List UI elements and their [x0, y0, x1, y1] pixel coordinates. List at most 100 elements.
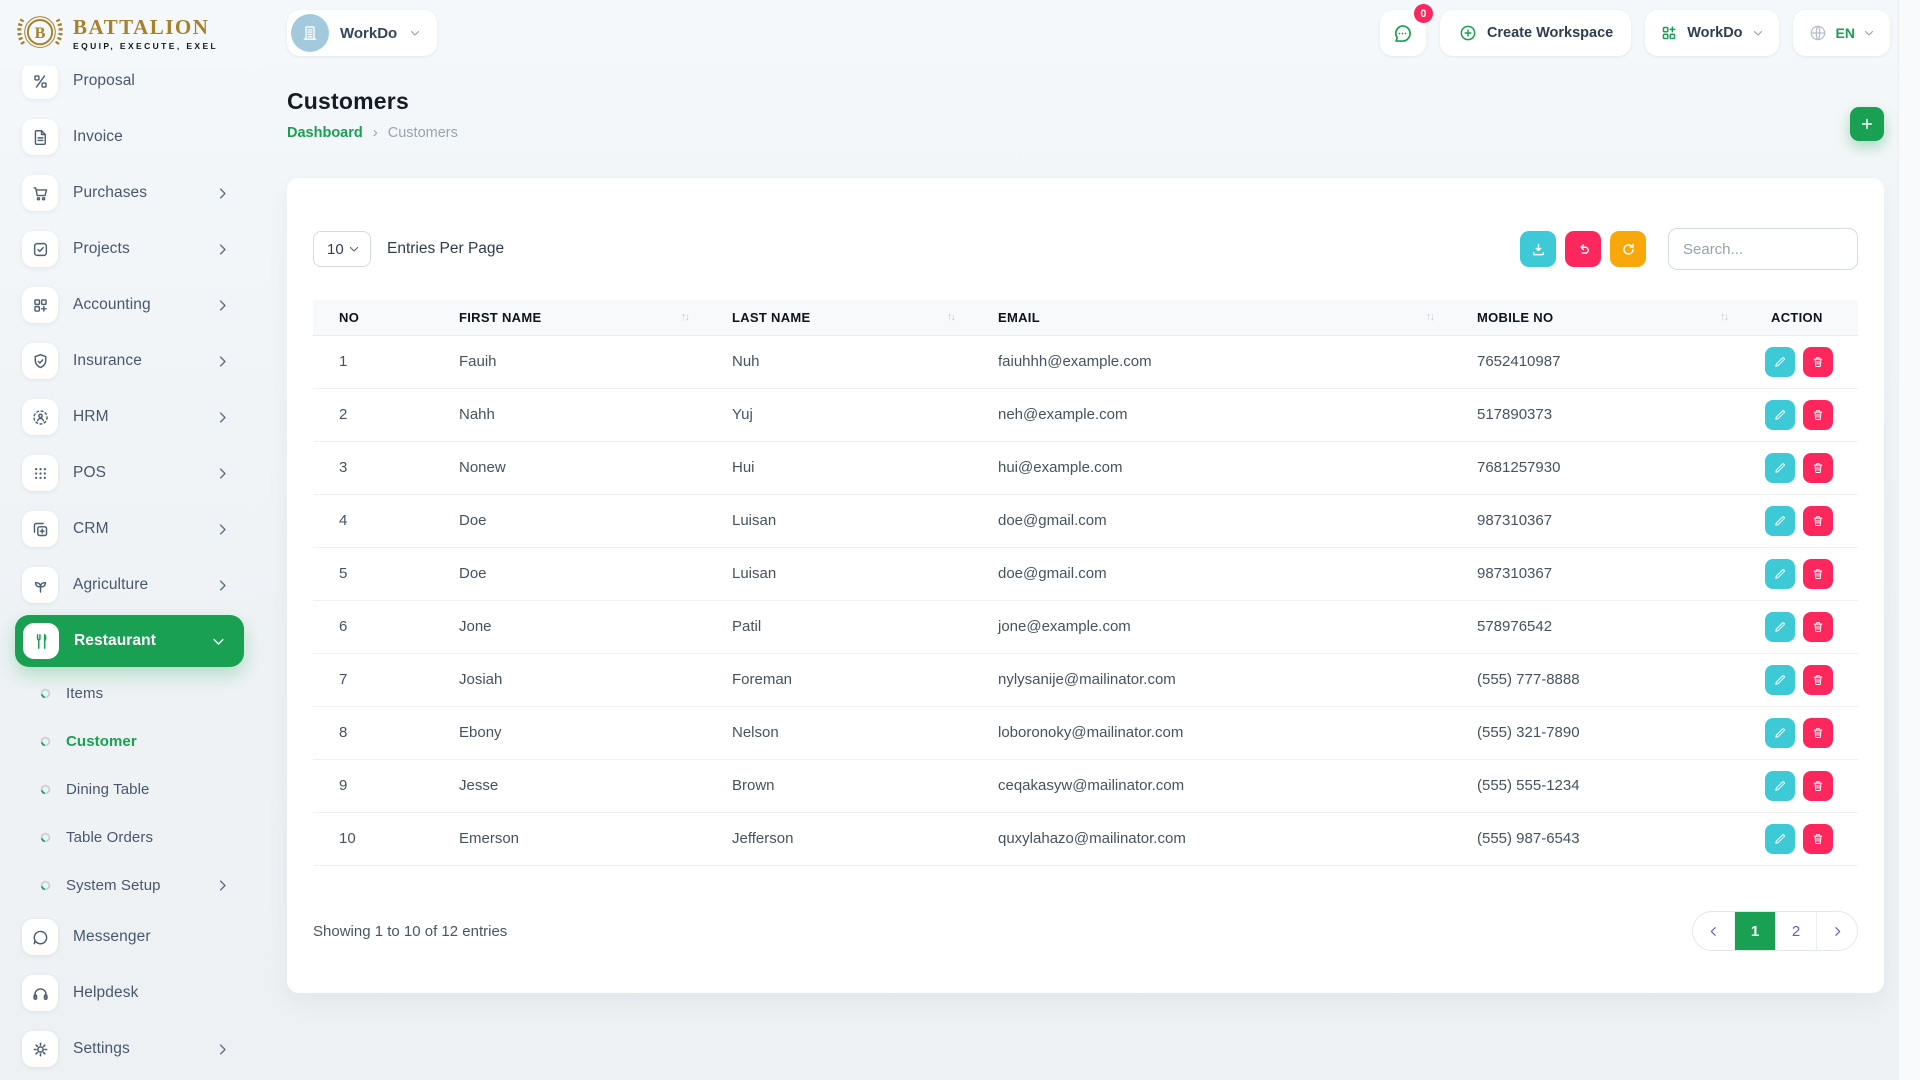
sort-icon[interactable]: ↑↓ — [947, 311, 954, 323]
sidebar-item-crm[interactable]: CRM — [0, 501, 260, 557]
table-row: 8EbonyNelsonloboronoky@mailinator.com(55… — [313, 706, 1858, 759]
delete-button[interactable] — [1803, 453, 1833, 483]
pagination-prev-button[interactable] — [1693, 912, 1734, 950]
cell-actions — [1745, 759, 1858, 812]
chevron-right-icon — [215, 186, 230, 201]
sidebar-item-items[interactable]: Items — [0, 669, 260, 717]
column-header-label: NO — [339, 310, 359, 325]
cell-email: jone@example.com — [972, 600, 1451, 653]
entries-per-page-value: 10 — [327, 241, 344, 258]
sidebar: ProposalInvoicePurchasesProjectsAccounti… — [0, 0, 260, 1080]
proposal-icon — [22, 63, 58, 99]
edit-button[interactable] — [1765, 824, 1795, 854]
edit-button[interactable] — [1765, 559, 1795, 589]
chevron-left-icon — [1707, 925, 1720, 938]
cell-actions — [1745, 706, 1858, 759]
sidebar-item-restaurant[interactable]: Restaurant — [15, 615, 244, 667]
cell-actions — [1745, 335, 1858, 388]
pencil-icon — [1773, 567, 1787, 581]
sidebar-item-projects[interactable]: Projects — [0, 221, 260, 277]
edit-button[interactable] — [1765, 400, 1795, 430]
delete-button[interactable] — [1803, 347, 1833, 377]
table-row: 4DoeLuisandoe@gmail.com987310367 — [313, 494, 1858, 547]
sort-icon[interactable]: ↑↓ — [1426, 311, 1433, 323]
chevron-right-icon — [1831, 925, 1844, 938]
edit-button[interactable] — [1765, 506, 1795, 536]
search-input[interactable] — [1668, 228, 1858, 270]
cell-mobile-no: (555) 321-7890 — [1451, 706, 1745, 759]
pagination: 12 — [1692, 911, 1858, 951]
edit-button[interactable] — [1765, 453, 1795, 483]
edit-button[interactable] — [1765, 612, 1795, 642]
cell-no: 4 — [313, 494, 433, 547]
column-header-last-name[interactable]: LAST NAME↑↓ — [706, 300, 972, 335]
column-header-email[interactable]: EMAIL↑↓ — [972, 300, 1451, 335]
sidebar-item-system-setup[interactable]: System Setup — [0, 861, 260, 909]
page-title: Customers — [287, 88, 1884, 115]
messages-button[interactable]: 0 — [1380, 10, 1426, 56]
hrm-icon — [22, 399, 58, 435]
delete-button[interactable] — [1803, 559, 1833, 589]
delete-button[interactable] — [1803, 506, 1833, 536]
column-header-mobile-no[interactable]: MOBILE NO↑↓ — [1451, 300, 1745, 335]
workspace-selector[interactable]: WorkDo — [287, 10, 437, 56]
sidebar-item-messenger[interactable]: Messenger — [0, 909, 260, 965]
breadcrumb-dashboard-link[interactable]: Dashboard — [287, 125, 363, 141]
sort-icon[interactable]: ↑↓ — [681, 311, 688, 323]
delete-button[interactable] — [1803, 612, 1833, 642]
cell-first-name: Jone — [433, 600, 706, 653]
edit-button[interactable] — [1765, 718, 1795, 748]
sidebar-item-customer[interactable]: Customer — [0, 717, 260, 765]
delete-button[interactable] — [1803, 718, 1833, 748]
submenu-bullet-icon — [39, 879, 52, 892]
sidebar-item-dining-table[interactable]: Dining Table — [0, 765, 260, 813]
cell-actions — [1745, 653, 1858, 706]
sidebar-item-pos[interactable]: POS — [0, 445, 260, 501]
reset-button[interactable] — [1565, 231, 1601, 267]
insurance-icon — [22, 343, 58, 379]
cell-first-name: Fauih — [433, 335, 706, 388]
submenu-bullet-icon — [39, 687, 52, 700]
export-button[interactable] — [1520, 231, 1556, 267]
entries-per-page-select[interactable]: 10 — [313, 231, 371, 267]
pagination-page-2[interactable]: 2 — [1775, 912, 1816, 950]
pagination-next-button[interactable] — [1816, 912, 1857, 950]
workdo-menu-button[interactable]: WorkDo — [1645, 10, 1778, 56]
edit-button[interactable] — [1765, 771, 1795, 801]
delete-button[interactable] — [1803, 824, 1833, 854]
trash-icon — [1811, 620, 1825, 634]
sidebar-item-settings[interactable]: Settings — [0, 1021, 260, 1077]
sidebar-item-label: Projects — [73, 240, 130, 258]
scrollbar-track[interactable] — [1898, 0, 1920, 1080]
cell-actions — [1745, 547, 1858, 600]
sort-icon[interactable]: ↑↓ — [1720, 311, 1727, 323]
sidebar-item-hrm[interactable]: HRM — [0, 389, 260, 445]
refresh-button[interactable] — [1610, 231, 1646, 267]
sidebar-item-helpdesk[interactable]: Helpdesk — [0, 965, 260, 1021]
column-header-first-name[interactable]: FIRST NAME↑↓ — [433, 300, 706, 335]
delete-button[interactable] — [1803, 400, 1833, 430]
chevron-down-icon — [1863, 27, 1875, 39]
table-row: 2NahhYujneh@example.com517890373 — [313, 388, 1858, 441]
sidebar-item-invoice[interactable]: Invoice — [0, 109, 260, 165]
create-workspace-button[interactable]: Create Workspace — [1440, 10, 1631, 56]
sidebar-item-label: HRM — [73, 408, 109, 426]
edit-button[interactable] — [1765, 665, 1795, 695]
cell-first-name: Nonew — [433, 441, 706, 494]
customers-table-wrap: NO FIRST NAME↑↓LAST NAME↑↓EMAIL↑↓MOBILE N… — [313, 300, 1858, 866]
column-header-label: ACTION — [1771, 310, 1823, 325]
pagination-page-1[interactable]: 1 — [1734, 912, 1775, 950]
sidebar-item-purchases[interactable]: Purchases — [0, 165, 260, 221]
sidebar-item-table-orders[interactable]: Table Orders — [0, 813, 260, 861]
add-customer-button[interactable] — [1850, 107, 1884, 141]
sidebar-item-agriculture[interactable]: Agriculture — [0, 557, 260, 613]
entries-per-page-label: Entries Per Page — [387, 240, 504, 258]
language-selector[interactable]: EN — [1793, 10, 1890, 56]
delete-button[interactable] — [1803, 665, 1833, 695]
edit-button[interactable] — [1765, 347, 1795, 377]
sidebar-item-insurance[interactable]: Insurance — [0, 333, 260, 389]
pencil-icon — [1773, 514, 1787, 528]
delete-button[interactable] — [1803, 771, 1833, 801]
chat-bubble-icon — [1391, 22, 1414, 45]
sidebar-item-accounting[interactable]: Accounting — [0, 277, 260, 333]
